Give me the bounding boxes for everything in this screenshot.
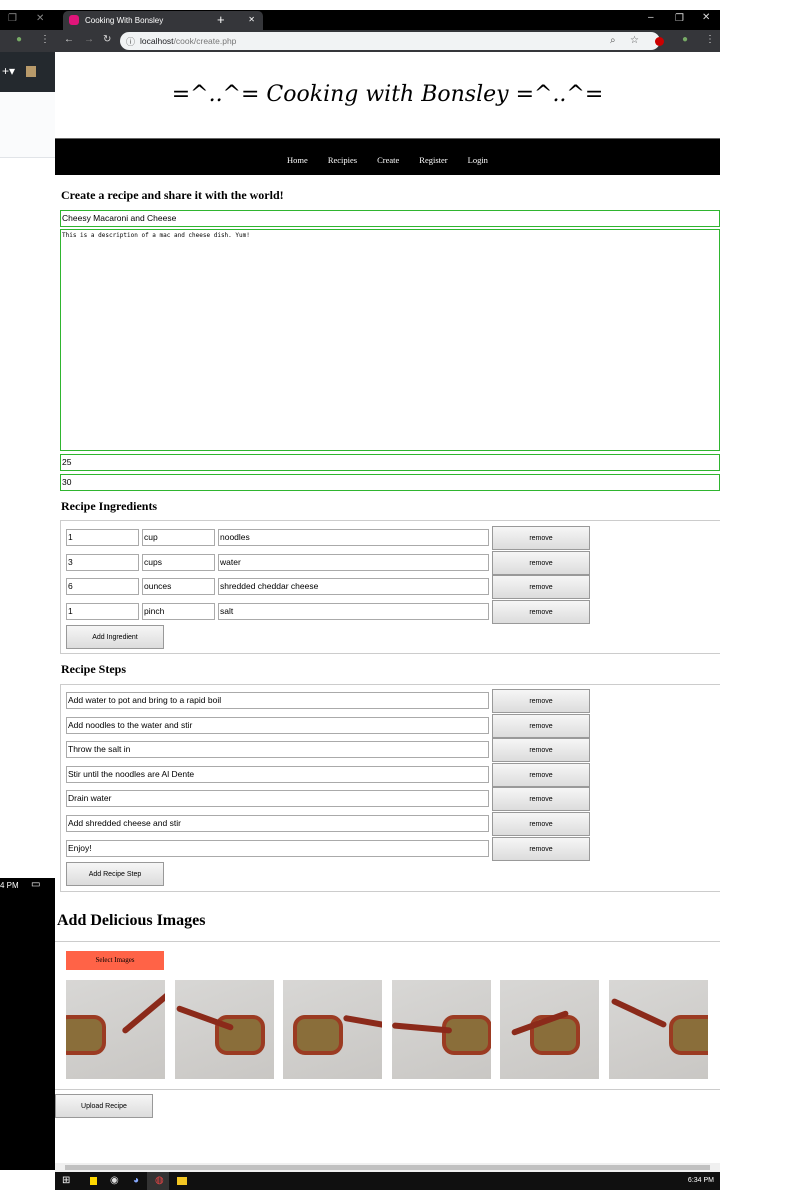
ingredient-qty-input[interactable]: 1 <box>66 602 139 620</box>
nav-create[interactable]: Create <box>377 155 399 165</box>
nav-login[interactable]: Login <box>468 155 488 165</box>
select-images-button[interactable]: Select Images <box>66 951 164 970</box>
adblock-icon[interactable] <box>655 37 664 46</box>
remove-step-button[interactable]: remove <box>492 787 590 812</box>
background-window: ❐ ✕ ● ⋮ +▾ 4 PM ▭ <box>0 0 55 1200</box>
site-logo: =^..^= Cooking with Bonsley =^..^= <box>171 82 604 107</box>
step-input[interactable]: Drain water <box>66 790 489 808</box>
tab-close-icon[interactable]: ✕ <box>248 15 255 24</box>
ingredient-name-input[interactable]: salt <box>218 602 489 620</box>
chrome-icon[interactable]: ◍ <box>155 1175 164 1186</box>
horizontal-scrollbar[interactable] <box>55 1163 720 1172</box>
remove-step-button[interactable]: remove <box>492 689 590 713</box>
taskbar: ⊞ ◉ ◕ ◍ 6:34 PM <box>55 1172 720 1190</box>
images-heading: Add Delicious Images <box>57 912 206 929</box>
favicon-icon <box>69 15 79 25</box>
recipe-image-thumbnail <box>391 980 491 1079</box>
step-input[interactable]: Add shredded cheese and stir <box>66 815 489 832</box>
nav-home[interactable]: Home <box>287 155 308 165</box>
nav-bar: Home Recipies Create Register Login <box>55 138 720 175</box>
upload-recipe-button[interactable]: Upload Recipe <box>55 1094 153 1118</box>
ingredient-unit-input[interactable]: cups <box>142 553 215 571</box>
extension-icon: ● <box>16 34 23 45</box>
steam-icon[interactable]: ◕ <box>133 1175 139 1186</box>
forward-icon[interactable]: → <box>84 34 94 45</box>
step-input[interactable]: Enjoy! <box>66 839 489 857</box>
info-icon: ⓘ <box>126 37 136 47</box>
url-host: localhost <box>140 36 174 46</box>
plus-icon[interactable]: +▾ <box>2 64 15 78</box>
add-recipe-step-button[interactable]: Add Recipe Step <box>66 862 164 886</box>
extension-icon[interactable]: ● <box>682 34 688 45</box>
remove-ingredient-button[interactable]: remove <box>492 550 590 575</box>
bg-clock: 4 PM <box>0 881 19 890</box>
recipe-image-thumbnail <box>66 980 165 1079</box>
new-tab-icon[interactable]: + <box>217 12 225 27</box>
ingredient-qty-input[interactable]: 6 <box>66 578 139 595</box>
remove-step-button[interactable]: remove <box>492 836 590 861</box>
close-window-icon[interactable]: ✕ <box>702 12 710 23</box>
windows-start-icon[interactable]: ⊞ <box>62 1175 70 1186</box>
ingredient-unit-input[interactable]: cup <box>142 529 215 546</box>
steps-heading: Recipe Steps <box>61 662 126 676</box>
remove-step-button[interactable]: remove <box>492 738 590 763</box>
app-icon[interactable]: ◉ <box>110 1175 119 1186</box>
title-input[interactable]: Cheesy Macaroni and Cheese <box>60 210 720 227</box>
minimize-icon[interactable]: – <box>648 12 654 23</box>
notification-icon[interactable]: ▭ <box>31 879 40 890</box>
recipe-image-thumbnail <box>608 980 708 1079</box>
ingredient-qty-input[interactable]: 1 <box>66 529 139 546</box>
page: =^..^= Cooking with Bonsley =^..^= Home … <box>55 52 720 1163</box>
menu-icon: ⋮ <box>40 34 50 45</box>
zoom-icon[interactable]: ⌕ <box>610 35 616 46</box>
url-bar[interactable]: ⓘ localhost/cook/create.php ⌕ ☆ <box>120 32 660 50</box>
bg-titlebar: ❐ ✕ <box>0 10 55 30</box>
close-icon: ✕ <box>36 13 45 24</box>
sticky-notes-icon[interactable] <box>90 1177 97 1185</box>
recipe-image-thumbnail <box>500 980 599 1079</box>
avatar[interactable] <box>26 66 36 77</box>
url-path: /cook/create.php <box>173 36 237 46</box>
step-input[interactable]: Stir until the noodles are Al Dente <box>66 765 489 783</box>
menu-icon[interactable]: ⋮ <box>705 34 715 45</box>
scrollbar-thumb[interactable] <box>65 1165 710 1170</box>
ingredient-unit-input[interactable]: pinch <box>142 602 215 620</box>
nav-register[interactable]: Register <box>419 155 447 165</box>
bookmark-star-icon[interactable]: ☆ <box>630 35 639 46</box>
reload-icon[interactable]: ↻ <box>103 34 111 45</box>
add-ingredient-button[interactable]: Add Ingredient <box>66 625 164 649</box>
browser-tab[interactable]: Cooking With Bonsley ✕ <box>63 11 263 30</box>
remove-step-button[interactable]: remove <box>492 762 590 787</box>
restore-icon[interactable]: ❐ <box>675 13 684 24</box>
ingredient-name-input[interactable]: noodles <box>218 529 489 546</box>
step-input[interactable]: Add water to pot and bring to a rapid bo… <box>66 692 489 709</box>
remove-ingredient-button[interactable]: remove <box>492 599 590 624</box>
back-icon[interactable]: ← <box>64 34 74 45</box>
ingredient-qty-input[interactable]: 3 <box>66 553 139 571</box>
tab-title: Cooking With Bonsley <box>85 16 164 25</box>
file-explorer-icon[interactable] <box>177 1177 187 1185</box>
step-input[interactable]: Throw the salt in <box>66 741 489 759</box>
ingredient-name-input[interactable]: water <box>218 553 489 571</box>
ingredient-name-input[interactable]: shredded cheddar cheese <box>218 578 489 595</box>
clock: 6:34 PM <box>687 1177 714 1184</box>
ingredient-unit-input[interactable]: ounces <box>142 578 215 595</box>
number-input-1[interactable]: 25 <box>60 454 720 471</box>
remove-step-button[interactable]: remove <box>492 812 590 836</box>
remove-ingredient-button[interactable]: remove <box>492 575 590 599</box>
step-input[interactable]: Add noodles to the water and stir <box>66 716 489 734</box>
ingredients-heading: Recipe Ingredients <box>61 499 158 513</box>
steps-fieldset <box>60 684 720 892</box>
form-heading: Create a recipe and share it with the wo… <box>61 188 284 202</box>
number-input-2[interactable]: 30 <box>60 474 720 491</box>
address-toolbar: ← → ↻ ⓘ localhost/cook/create.php ⌕ ☆ ● ⋮ <box>55 30 720 52</box>
restore-icon: ❐ <box>8 13 17 24</box>
recipe-image-thumbnail <box>174 980 274 1079</box>
remove-ingredient-button[interactable]: remove <box>492 526 590 550</box>
remove-step-button[interactable]: remove <box>492 713 590 738</box>
description-textarea[interactable]: This is a description of a mac and chees… <box>60 229 720 451</box>
nav-recipies[interactable]: Recipies <box>328 155 357 165</box>
tab-strip: Cooking With Bonsley ✕ + – ❐ ✕ <box>55 10 720 30</box>
recipe-image-thumbnail <box>283 980 382 1079</box>
